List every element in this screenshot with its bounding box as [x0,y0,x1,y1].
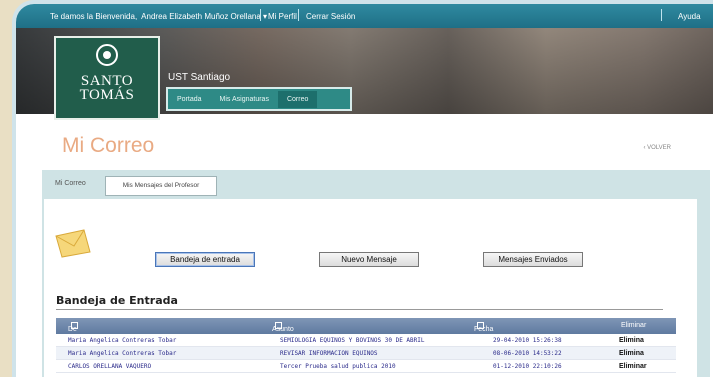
santo-tomas-logo[interactable]: SANTO TOMÁS [54,36,160,120]
tab-mi-correo[interactable]: Mi Correo [55,180,86,187]
separator [661,9,662,21]
nav-mis-asignaturas[interactable]: Mis Asignaturas [211,96,278,103]
browser-frame: Te damos la Bienvenida, Andrea Elizabeth … [16,4,713,377]
section-heading: Bandeja de Entrada [56,294,178,307]
delete-link[interactable]: Elimina [619,337,644,344]
row-subject[interactable]: REVISAR INFORMACION EQUINOS [280,350,378,357]
user-name: Andrea Elizabeth Muñoz Orellana [141,12,261,21]
separator [298,9,299,21]
page-title: Mi Correo [62,134,155,157]
back-link[interactable]: ‹ VOLVER [643,145,671,151]
delete-link[interactable]: Elimina [619,350,644,357]
nav-portada[interactable]: Portada [168,96,211,103]
inbox-button[interactable]: Bandeja de entrada [155,252,255,267]
main-nav: Portada Mis Asignaturas Correo [166,87,352,111]
table-row[interactable]: Maria Angelica Contreras Tobar SEMIOLOGI… [56,334,676,347]
inbox-table: De Asunto Fecha Eliminar Maria Angelica … [56,318,676,373]
campus-name: UST Santiago [168,72,231,83]
row-from[interactable]: CARLOS ORELLANA VAQUERO [68,363,151,370]
new-message-button[interactable]: Nuevo Mensaje [319,252,419,267]
row-date: 01-12-2010 22:10:26 [493,363,562,370]
row-date: 29-04-2010 15:26:38 [493,337,562,344]
envelope-icon [55,229,91,258]
col-asunto[interactable]: Asunto [272,322,294,333]
row-date: 08-06-2010 14:53:22 [493,350,562,357]
col-eliminar: Eliminar [621,322,647,329]
profile-link[interactable]: Mi Perfil [268,12,297,21]
row-subject[interactable]: Tercer Prueba salud publica 2010 [280,363,396,370]
nav-correo[interactable]: Correo [277,90,318,108]
delete-link[interactable]: Eliminar [619,363,647,370]
sent-messages-button[interactable]: Mensajes Enviados [483,252,583,267]
top-bar: Te damos la Bienvenida, Andrea Elizabeth … [16,4,713,28]
divider [56,309,663,310]
logout-link[interactable]: Cerrar Sesión [306,12,355,21]
table-header: De Asunto Fecha Eliminar [56,318,676,334]
seal-icon [96,44,118,66]
row-from[interactable]: Maria Angelica Contreras Tobar [68,350,176,357]
col-fecha[interactable]: Fecha [474,322,493,333]
col-de[interactable]: De [68,322,78,333]
table-row[interactable]: CARLOS ORELLANA VAQUERO Tercer Prueba sa… [56,360,676,373]
table-row[interactable]: Maria Angelica Contreras Tobar REVISAR I… [56,347,676,360]
dropdown-icon[interactable]: ▾ [263,12,267,21]
separator [260,9,261,21]
row-from[interactable]: Maria Angelica Contreras Tobar [68,337,176,344]
tab-mensajes-profesor[interactable]: Mis Mensajes del Profesor [105,176,217,196]
row-subject[interactable]: SEMIOLOGIA EQUINOS Y BOVINOS 30 DE ABRIL [280,337,425,344]
welcome-text: Te damos la Bienvenida, Andrea Elizabeth … [50,12,268,21]
help-link[interactable]: Ayuda [678,12,701,21]
